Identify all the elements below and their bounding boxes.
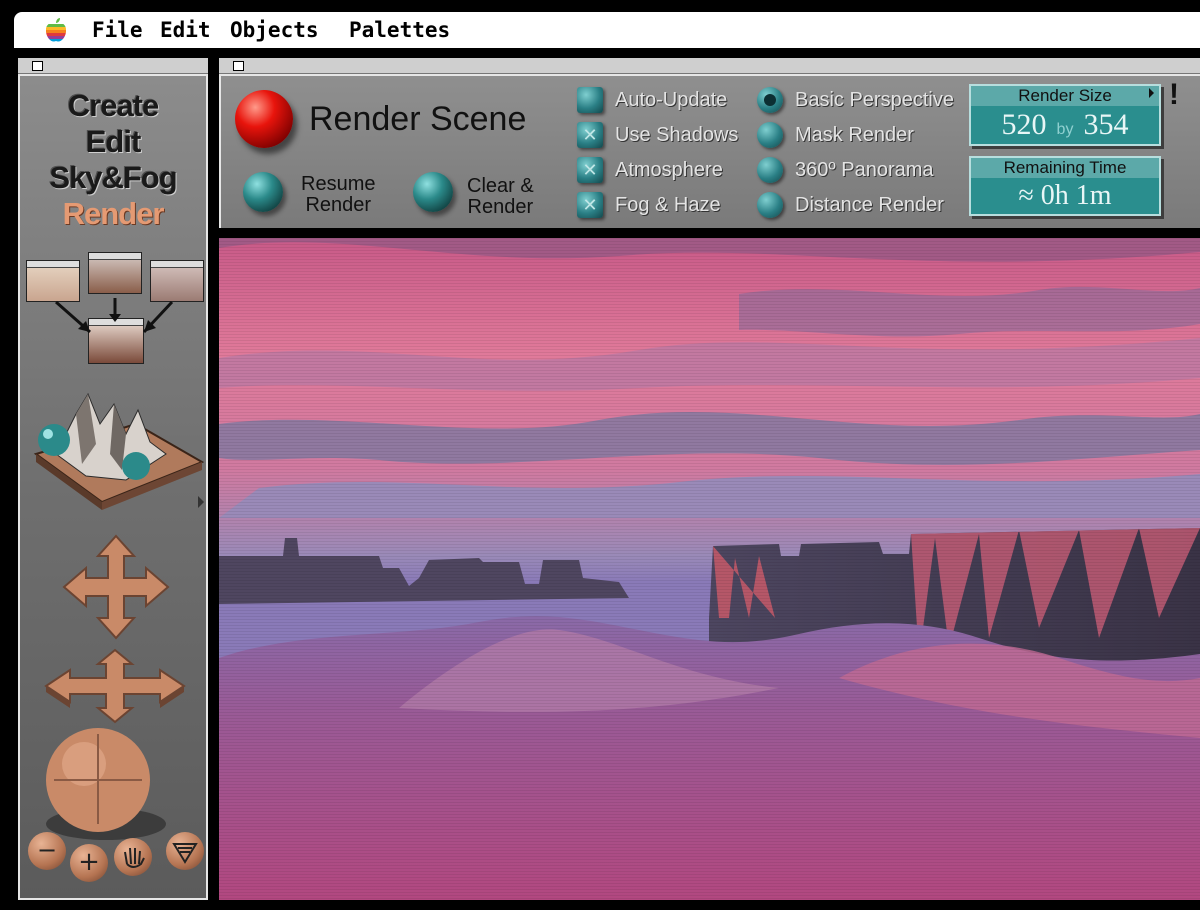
mask-render-label: Mask Render	[795, 123, 914, 146]
basic-perspective-label: Basic Perspective	[795, 88, 954, 111]
render-scene-view[interactable]	[219, 238, 1200, 900]
resume-render-button[interactable]	[243, 172, 283, 212]
fog-haze-option[interactable]: ✕ Fog & Haze	[577, 190, 721, 220]
trackball-icon[interactable]	[36, 724, 196, 844]
render-width-value[interactable]: 520	[1002, 108, 1047, 142]
use-shadows-label: Use Shadows	[615, 123, 739, 146]
remaining-time-box: Remaining Time ≈ 0h 1m	[969, 156, 1161, 216]
menu-palettes[interactable]: Palettes	[349, 18, 450, 42]
resume-render-label-line2: Render	[305, 194, 372, 216]
atmosphere-label: Atmosphere	[615, 158, 723, 181]
render-scene-label: Render Scene	[309, 100, 527, 138]
tool-palette: Create Edit Sky&Fog Render − +	[18, 74, 208, 900]
render-size-by: by	[1056, 121, 1074, 138]
distance-render-radio[interactable]	[757, 192, 783, 218]
apple-menu-icon[interactable]	[44, 17, 68, 43]
mode-edit[interactable]: Edit	[20, 124, 206, 160]
clear-render-label: Clear & Render	[467, 176, 534, 218]
render-size-box[interactable]: Render Size 520 by 354	[969, 84, 1161, 146]
menu-bar: File Edit Objects Palettes	[14, 12, 1200, 48]
view-fan-button[interactable]	[166, 832, 204, 870]
mode-sky-fog[interactable]: Sky&Fog	[20, 160, 206, 196]
distance-render-option[interactable]: Distance Render	[757, 190, 944, 220]
menu-objects[interactable]: Objects	[230, 18, 319, 42]
remaining-time-title: Remaining Time	[971, 158, 1159, 178]
hand-icon	[124, 847, 145, 868]
clear-render-button[interactable]	[413, 172, 453, 212]
palette-expand-arrow-icon[interactable]	[198, 496, 204, 508]
terrain-object-icon[interactable]	[26, 384, 204, 514]
render-window-titlebar[interactable]	[219, 58, 1200, 74]
render-height-value[interactable]: 354	[1083, 108, 1128, 142]
mask-render-option[interactable]: Mask Render	[757, 120, 914, 150]
mask-render-radio[interactable]	[757, 122, 783, 148]
fog-haze-label: Fog & Haze	[615, 193, 721, 216]
auto-update-label: Auto-Update	[615, 88, 728, 111]
clear-render-label-line1: Clear &	[467, 175, 534, 197]
view-fan-icon	[172, 843, 198, 864]
resume-render-label-line1: Resume	[301, 173, 376, 195]
fog-haze-checkbox[interactable]: ✕	[577, 192, 603, 218]
menu-file[interactable]: File	[92, 18, 143, 42]
atmosphere-option[interactable]: ✕ Atmosphere	[577, 155, 723, 185]
remaining-time-value: ≈ 0h 1m	[1018, 180, 1112, 211]
panorama-option[interactable]: 360º Panorama	[757, 155, 934, 185]
move-arrows-icon[interactable]	[56, 532, 176, 642]
panorama-label: 360º Panorama	[795, 158, 934, 181]
render-size-arrow-icon[interactable]	[1149, 88, 1154, 98]
alert-icon[interactable]: !	[1169, 78, 1179, 112]
mode-render[interactable]: Render	[20, 196, 206, 232]
diagram-arrows-icon	[55, 298, 174, 334]
basic-perspective-radio[interactable]	[757, 87, 783, 113]
render-size-title: Render Size	[971, 86, 1159, 106]
zoom-in-button[interactable]: +	[70, 844, 108, 882]
mode-create[interactable]: Create	[20, 88, 206, 124]
use-shadows-checkbox[interactable]: ✕	[577, 122, 603, 148]
render-controls-panel: Render Scene Resume Render Clear & Rende…	[219, 74, 1200, 228]
menu-edit[interactable]: Edit	[160, 18, 211, 42]
auto-update-option[interactable]: Auto-Update	[577, 85, 727, 115]
palette-close-box[interactable]	[32, 61, 43, 71]
use-shadows-option[interactable]: ✕ Use Shadows	[577, 120, 738, 150]
zoom-out-icon: −	[36, 836, 58, 864]
clear-render-label-line2: Render	[467, 196, 534, 218]
hand-tool-button[interactable]	[114, 838, 152, 876]
resume-render-label: Resume Render	[301, 174, 375, 216]
zoom-out-button[interactable]: −	[28, 832, 66, 870]
zoom-in-icon: +	[78, 847, 100, 877]
rendered-landscape-image	[219, 238, 1200, 900]
panorama-radio[interactable]	[757, 157, 783, 183]
render-scene-button[interactable]	[235, 90, 293, 148]
render-window-close-box[interactable]	[233, 61, 244, 71]
distance-render-label: Distance Render	[795, 193, 944, 216]
render-size-values: 520 by 354	[971, 106, 1159, 142]
auto-update-checkbox[interactable]	[577, 87, 603, 113]
preview-thumb-terrain	[88, 252, 142, 294]
move-arrows-flat-icon[interactable]	[42, 646, 188, 726]
atmosphere-checkbox[interactable]: ✕	[577, 157, 603, 183]
basic-perspective-option[interactable]: Basic Perspective	[757, 85, 954, 115]
palette-titlebar[interactable]	[18, 58, 208, 74]
